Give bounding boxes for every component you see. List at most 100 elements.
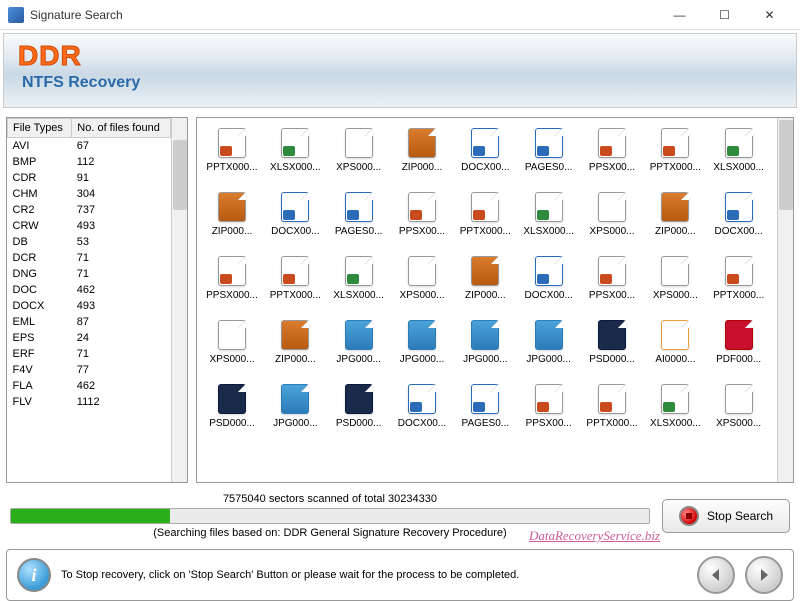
file-item[interactable]: JPG000... [520, 320, 578, 378]
table-row[interactable]: ERF71 [8, 346, 171, 362]
file-item[interactable]: PPSX00... [393, 192, 451, 250]
file-label: JPG000... [267, 418, 323, 429]
file-count-cell: 71 [72, 266, 171, 282]
table-row[interactable]: EPS24 [8, 330, 171, 346]
right-scrollbar[interactable] [777, 118, 793, 482]
table-row[interactable]: DNG71 [8, 266, 171, 282]
file-types-panel: File Types No. of files found AVI67BMP11… [6, 117, 188, 483]
file-item[interactable]: XPS000... [203, 320, 261, 378]
file-count-cell: 67 [72, 138, 171, 155]
file-item[interactable]: PDF000... [710, 320, 768, 378]
file-label: PPTX000... [584, 418, 640, 429]
file-item[interactable]: XPS000... [710, 384, 768, 442]
file-item[interactable]: JPG000... [266, 384, 324, 442]
img-file-icon [471, 320, 499, 350]
file-item[interactable]: PPTX000... [583, 384, 641, 442]
file-item[interactable]: AI0000... [646, 320, 704, 378]
file-item[interactable]: PSD000... [203, 384, 261, 442]
table-row[interactable]: DCR71 [8, 250, 171, 266]
file-item[interactable]: PPSX00... [520, 384, 578, 442]
file-item[interactable]: PPSX00... [583, 256, 641, 314]
minimize-button[interactable]: — [657, 1, 702, 29]
table-row[interactable]: AVI67 [8, 138, 171, 155]
col-header-count[interactable]: No. of files found [72, 119, 171, 138]
stop-label: Stop Search [707, 509, 773, 523]
file-item[interactable]: XLSX000... [520, 192, 578, 250]
file-item[interactable]: PPTX000... [203, 128, 261, 186]
forward-button[interactable] [745, 556, 783, 594]
file-label: ZIP000... [647, 226, 703, 237]
zip-file-icon [218, 192, 246, 222]
file-label: DOCX00... [521, 290, 577, 301]
table-row[interactable]: BMP112 [8, 154, 171, 170]
table-row[interactable]: FLA462 [8, 378, 171, 394]
table-row[interactable]: FLV1112 [8, 394, 171, 410]
ppt-file-icon [408, 192, 436, 222]
file-item[interactable]: PAGES0... [330, 192, 388, 250]
file-item[interactable]: ZIP000... [393, 128, 451, 186]
file-item[interactable]: XLSX000... [646, 384, 704, 442]
titlebar: Signature Search — ☐ ✕ [0, 0, 800, 30]
file-item[interactable]: DOCX00... [393, 384, 451, 442]
file-item[interactable]: PAGES0... [456, 384, 514, 442]
col-header-types[interactable]: File Types [8, 119, 72, 138]
file-item[interactable]: DOCX00... [266, 192, 324, 250]
file-item[interactable]: JPG000... [330, 320, 388, 378]
file-item[interactable]: JPG000... [393, 320, 451, 378]
progress-status: 7575040 sectors scanned of total 3023433… [10, 493, 650, 505]
table-row[interactable]: DOC462 [8, 282, 171, 298]
table-row[interactable]: DOCX493 [8, 298, 171, 314]
ppt-file-icon [535, 384, 563, 414]
file-label: PPSX00... [394, 226, 450, 237]
file-item[interactable]: PSD000... [330, 384, 388, 442]
stop-search-button[interactable]: Stop Search [662, 499, 790, 533]
file-item[interactable]: PPTX000... [456, 192, 514, 250]
scrollbar-thumb[interactable] [173, 140, 187, 210]
scrollbar-thumb[interactable] [779, 120, 793, 210]
file-item[interactable]: PPTX000... [710, 256, 768, 314]
file-item[interactable]: PPTX000... [266, 256, 324, 314]
file-type-cell: AVI [8, 138, 72, 155]
file-item[interactable]: PAGES0... [520, 128, 578, 186]
file-count-cell: 53 [72, 234, 171, 250]
file-item[interactable]: XLSX000... [710, 128, 768, 186]
plain-file-icon [218, 320, 246, 350]
file-item[interactable]: PPSX00... [583, 128, 641, 186]
table-row[interactable]: CRW493 [8, 218, 171, 234]
file-count-cell: 112 [72, 154, 171, 170]
table-row[interactable]: CDR91 [8, 170, 171, 186]
file-item[interactable]: PPTX000... [646, 128, 704, 186]
back-button[interactable] [697, 556, 735, 594]
file-item[interactable]: XLSX000... [266, 128, 324, 186]
file-item[interactable]: ZIP000... [456, 256, 514, 314]
file-item[interactable]: ZIP000... [266, 320, 324, 378]
file-item[interactable]: PPSX000... [203, 256, 261, 314]
plain-file-icon [725, 384, 753, 414]
table-row[interactable]: CR2737 [8, 202, 171, 218]
file-item[interactable]: XPS000... [583, 192, 641, 250]
table-row[interactable]: CHM304 [8, 186, 171, 202]
file-item[interactable]: XPS000... [393, 256, 451, 314]
left-scrollbar[interactable] [171, 118, 187, 482]
file-label: PAGES0... [521, 162, 577, 173]
table-row[interactable]: EML87 [8, 314, 171, 330]
file-item[interactable]: XLSX000... [330, 256, 388, 314]
file-item[interactable]: PSD000... [583, 320, 641, 378]
file-label: JPG000... [521, 354, 577, 365]
file-item[interactable]: DOCX00... [456, 128, 514, 186]
table-row[interactable]: DB53 [8, 234, 171, 250]
maximize-button[interactable]: ☐ [702, 1, 747, 29]
file-item[interactable]: JPG000... [456, 320, 514, 378]
stop-icon [679, 506, 699, 526]
table-row[interactable]: F4V77 [8, 362, 171, 378]
file-item[interactable]: XPS000... [646, 256, 704, 314]
file-item[interactable]: ZIP000... [203, 192, 261, 250]
file-item[interactable]: XPS000... [330, 128, 388, 186]
file-item[interactable]: DOCX00... [520, 256, 578, 314]
file-item[interactable]: ZIP000... [646, 192, 704, 250]
close-button[interactable]: ✕ [747, 1, 792, 29]
file-label: AI0000... [647, 354, 703, 365]
file-label: JPG000... [457, 354, 513, 365]
file-item[interactable]: DOCX00... [710, 192, 768, 250]
file-label: PPTX000... [647, 162, 703, 173]
